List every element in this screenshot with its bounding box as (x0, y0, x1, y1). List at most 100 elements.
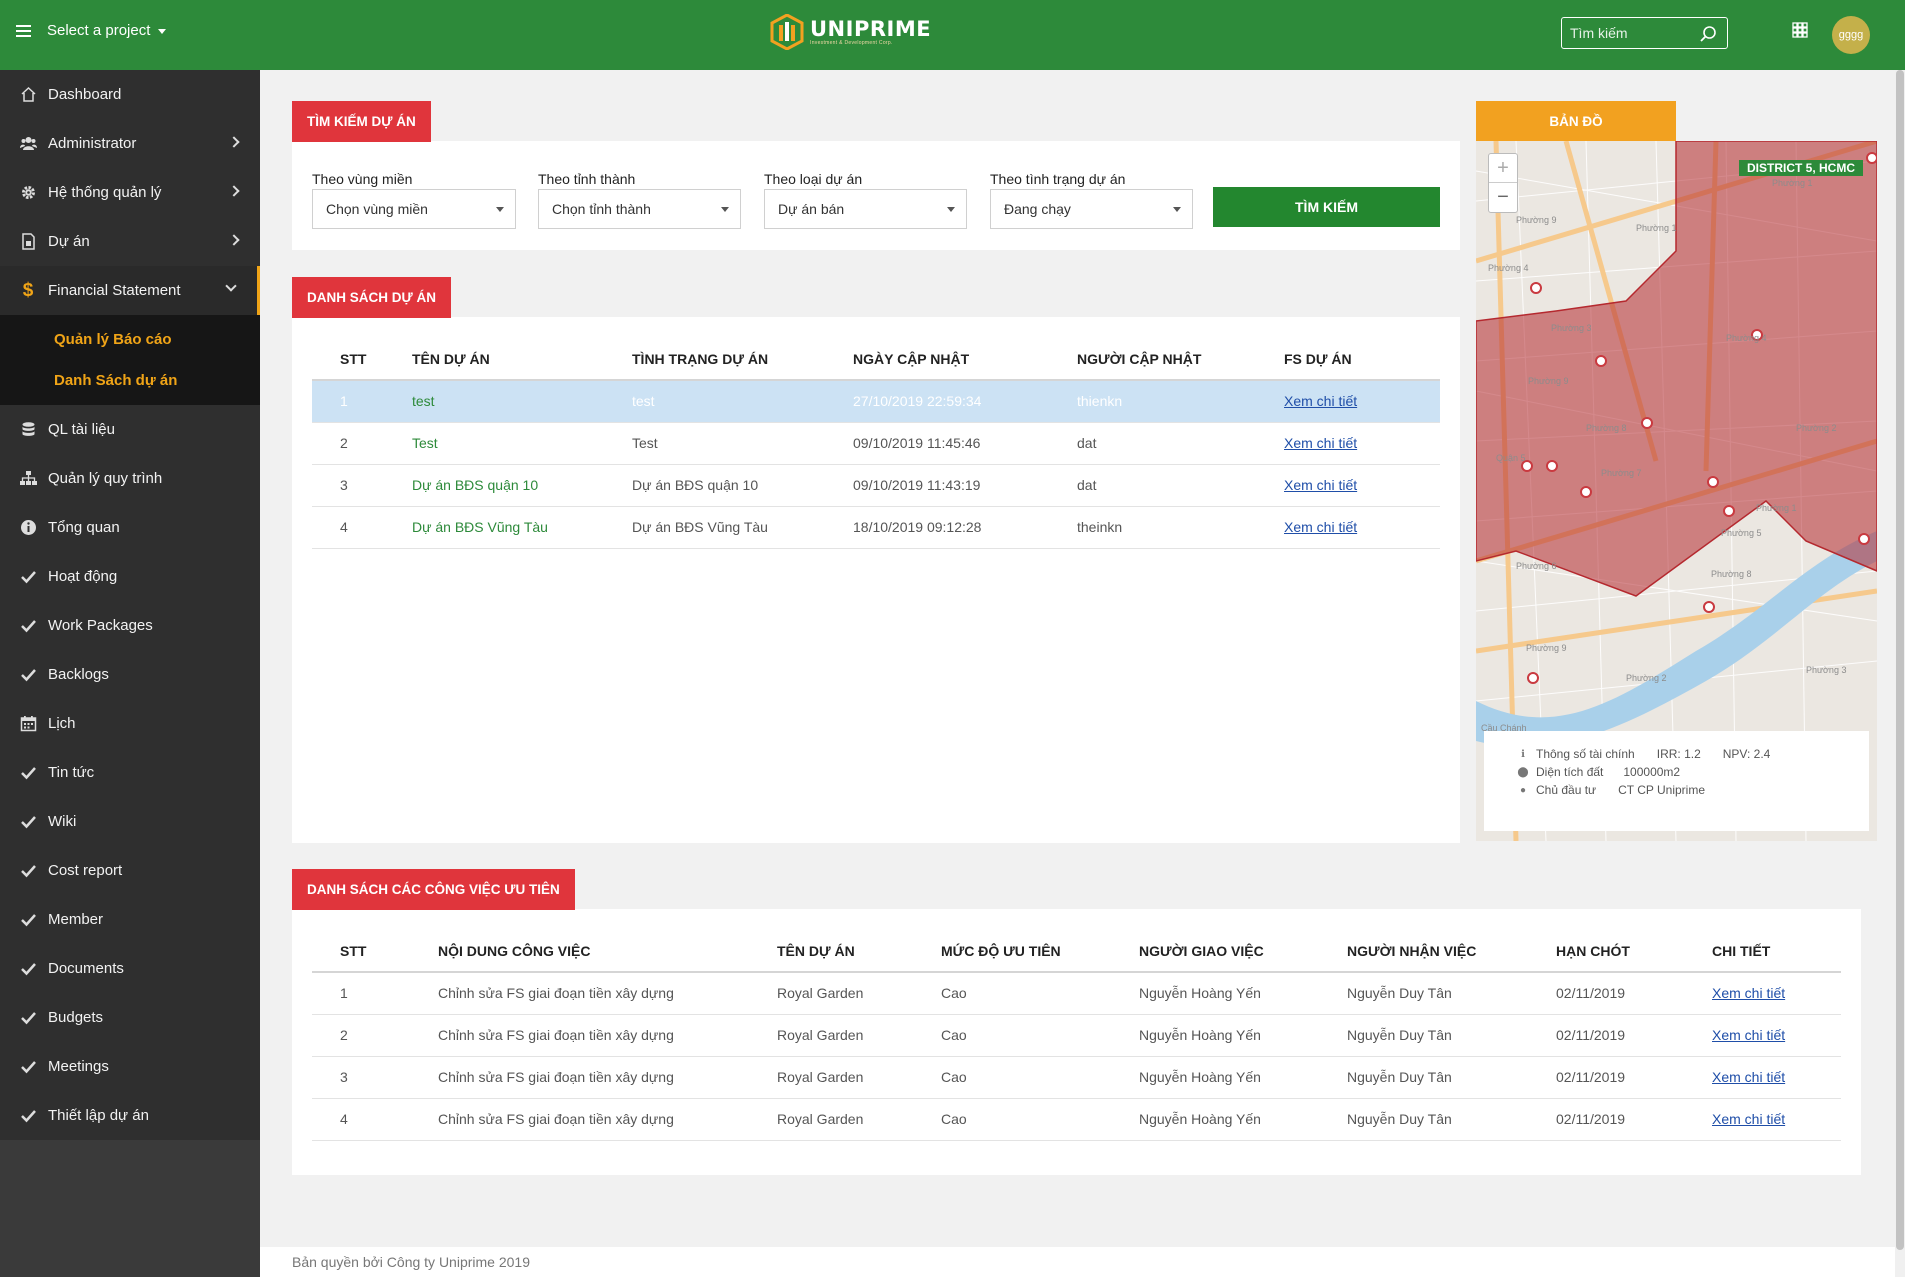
view-detail-link[interactable]: Xem chi tiết (1712, 1069, 1785, 1085)
sidebar-item-meetings[interactable]: Meetings (0, 1042, 260, 1091)
sidebar-item-financial-statement[interactable]: $ Financial Statement (0, 266, 260, 315)
chevron-right-icon (228, 185, 240, 197)
grid-menu-icon[interactable] (1792, 22, 1808, 38)
column-header: NỘI DUNG CÔNG VIỆC (438, 930, 777, 973)
uniprime-logo[interactable]: UNIPRIME Investment & Development Corp. (770, 14, 931, 50)
table-row[interactable]: 2 Chỉnh sửa FS giai đoạn tiền xây dựng R… (312, 1013, 1841, 1056)
sidebar-item-budgets[interactable]: Budgets (0, 993, 260, 1042)
table-row[interactable]: 4 Dự án BĐS Vũng Tàu Dự án BĐS Vũng Tàu … (312, 505, 1440, 549)
logo-name: UNIPRIME (810, 17, 932, 41)
check-icon (18, 861, 38, 881)
sidebar-item-lich[interactable]: Lịch (0, 699, 260, 748)
row-index: 2 (312, 421, 412, 464)
project-type-select[interactable]: Dự án bán (764, 189, 967, 229)
search-input[interactable] (1562, 18, 1692, 48)
sidebar-item-label: Meetings (48, 1058, 109, 1075)
scrollbar-thumb[interactable] (1896, 70, 1904, 1250)
row-index: 1 (312, 379, 412, 422)
logo-mark-icon (770, 14, 804, 50)
hamburger-menu-icon[interactable] (16, 25, 31, 37)
zoom-out-button[interactable]: − (1489, 183, 1517, 212)
column-header: TÌNH TRẠNG DỰ ÁN (632, 338, 853, 381)
sidebar-item-label: Quản lý quy trình (48, 470, 163, 487)
project-status-select[interactable]: Đang chạy (990, 189, 1193, 229)
sidebar-item-wiki[interactable]: Wiki (0, 797, 260, 846)
view-detail-link[interactable]: Xem chi tiết (1712, 1111, 1785, 1127)
submenu-item-danh-sach-du-an[interactable]: Danh Sách dự án (0, 360, 260, 401)
view-detail-link[interactable]: Xem chi tiết (1712, 1027, 1785, 1043)
page-scrollbar[interactable] (1895, 70, 1905, 1277)
chevron-right-icon (228, 234, 240, 246)
search-icon[interactable] (1699, 25, 1717, 43)
sidebar-item-hoat-dong[interactable]: Hoạt động (0, 552, 260, 601)
check-icon (18, 959, 38, 979)
task-content: Chỉnh sửa FS giai đoạn tiền xây dựng (438, 1013, 777, 1056)
sidebar-item-label: Lịch (48, 715, 76, 732)
task-content: Chỉnh sửa FS giai đoạn tiền xây dựng (438, 971, 777, 1014)
area-row: ⬤ Diện tích đất 100000m2 (1516, 763, 1869, 781)
zoom-in-button[interactable]: + (1489, 154, 1517, 183)
table-row[interactable]: 3 Dự án BĐS quận 10 Dự án BĐS quận 10 09… (312, 463, 1440, 506)
search-panel-title: TÌM KIẾM DỰ ÁN (292, 101, 431, 142)
updated-by: theinkn (1077, 505, 1284, 549)
row-index: 4 (312, 505, 412, 549)
sidebar-item-documents[interactable]: Documents (0, 944, 260, 993)
sidebar-item-he-thong[interactable]: Hệ thống quản lý (0, 168, 260, 217)
submenu-item-quan-ly-bao-cao[interactable]: Quản lý Báo cáo (0, 319, 260, 360)
sidebar-item-ql-tai-lieu[interactable]: QL tài liệu (0, 405, 260, 454)
region-select[interactable]: Chọn vùng miền (312, 189, 516, 229)
view-detail-link[interactable]: Xem chi tiết (1284, 435, 1357, 451)
task-table: STT NỘI DUNG CÔNG VIỆC TÊN DỰ ÁN MỨC ĐỘ … (312, 930, 1841, 1141)
view-detail-link[interactable]: Xem chi tiết (1712, 985, 1785, 1001)
view-detail-link[interactable]: Xem chi tiết (1284, 477, 1357, 493)
avatar[interactable]: gggg (1832, 16, 1870, 54)
sidebar-item-member[interactable]: Member (0, 895, 260, 944)
sidebar-item-tong-quan[interactable]: Tổng quan (0, 503, 260, 552)
task-priority: Cao (941, 1013, 1139, 1056)
document-icon (18, 232, 38, 252)
sidebar-item-administrator[interactable]: Administrator (0, 119, 260, 168)
sidebar-item-thiet-lap-du-an[interactable]: Thiết lập dự án (0, 1091, 260, 1140)
info-icon: ℹ (1521, 748, 1525, 760)
check-icon (18, 763, 38, 783)
table-row[interactable]: 1 Chỉnh sửa FS giai đoạn tiền xây dựng R… (312, 971, 1841, 1014)
task-assignee: Nguyễn Duy Tân (1347, 971, 1556, 1014)
row-index: 3 (312, 463, 412, 506)
sidebar-item-tin-tuc[interactable]: Tin tức (0, 748, 260, 797)
sidebar-item-cost-report[interactable]: Cost report (0, 846, 260, 895)
column-header: TÊN DỰ ÁN (412, 338, 632, 381)
svg-text:Phường 4: Phường 4 (1488, 263, 1528, 273)
updated-by: dat (1077, 421, 1284, 464)
row-index: 3 (312, 1055, 438, 1098)
sidebar-item-dashboard[interactable]: Dashboard (0, 70, 260, 119)
province-select[interactable]: Chọn tỉnh thành (538, 189, 741, 229)
project-selector[interactable]: Select a project (47, 22, 167, 39)
table-row[interactable]: 3 Chỉnh sửa FS giai đoạn tiền xây dựng R… (312, 1055, 1841, 1098)
calendar-icon (18, 714, 38, 734)
project-selector-label: Select a project (47, 22, 151, 39)
search-button[interactable]: TÌM KIẾM (1213, 187, 1440, 227)
project-status: test (632, 379, 853, 422)
view-detail-link[interactable]: Xem chi tiết (1284, 519, 1357, 535)
dropdown-arrow-icon (721, 207, 729, 212)
sidebar-item-backlogs[interactable]: Backlogs (0, 650, 260, 699)
dropdown-arrow-icon (1173, 207, 1181, 212)
svg-text:Phường 5: Phường 5 (1721, 528, 1761, 538)
table-row[interactable]: 4 Chỉnh sửa FS giai đoạn tiền xây dựng R… (312, 1097, 1841, 1141)
task-deadline: 02/11/2019 (1556, 1013, 1712, 1056)
project-type-select-value: Dự án bán (778, 201, 845, 217)
column-header: TÊN DỰ ÁN (777, 930, 941, 973)
table-row[interactable]: 2 Test Test 09/10/2019 11:45:46 dat Xem … (312, 421, 1440, 464)
sidebar-item-du-an[interactable]: Dự án (0, 217, 260, 266)
info-icon (18, 518, 38, 538)
table-row[interactable]: 1 test test 27/10/2019 22:59:34 thienkn … (312, 379, 1440, 422)
sidebar-item-label: Hệ thống quản lý (48, 184, 162, 201)
view-detail-link[interactable]: Xem chi tiết (1284, 393, 1357, 409)
sidebar-item-quan-ly-quy-trinh[interactable]: Quản lý quy trình (0, 454, 260, 503)
task-content: Chỉnh sửa FS giai đoạn tiền xây dựng (438, 1097, 777, 1141)
project-list-title: DANH SÁCH DỰ ÁN (292, 277, 451, 318)
home-icon (18, 85, 38, 105)
column-header: HẠN CHÓT (1556, 930, 1712, 973)
map-view[interactable]: Phường 9 Phường 1 Phường 3 Phường 4 Phường 1… (1476, 141, 1877, 841)
sidebar-item-work-packages[interactable]: Work Packages (0, 601, 260, 650)
